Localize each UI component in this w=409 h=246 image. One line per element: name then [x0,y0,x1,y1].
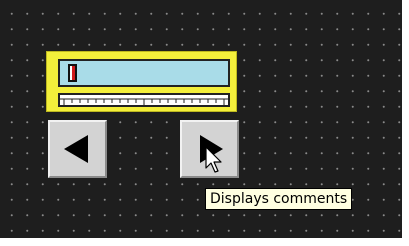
window-edge-right [402,0,409,246]
scale-ticks [60,98,228,105]
previous-button[interactable] [48,120,107,178]
left-triangle-icon [64,135,88,163]
tooltip: Displays comments [205,188,353,210]
window-edge-bottom [0,238,409,246]
slider-widget[interactable] [46,51,237,112]
arrow-cursor-icon [205,146,222,173]
slider-track[interactable] [58,59,230,87]
slider-thumb[interactable] [67,64,77,82]
editor-canvas[interactable]: Displays comments [0,0,409,246]
slider-scale [58,93,230,107]
